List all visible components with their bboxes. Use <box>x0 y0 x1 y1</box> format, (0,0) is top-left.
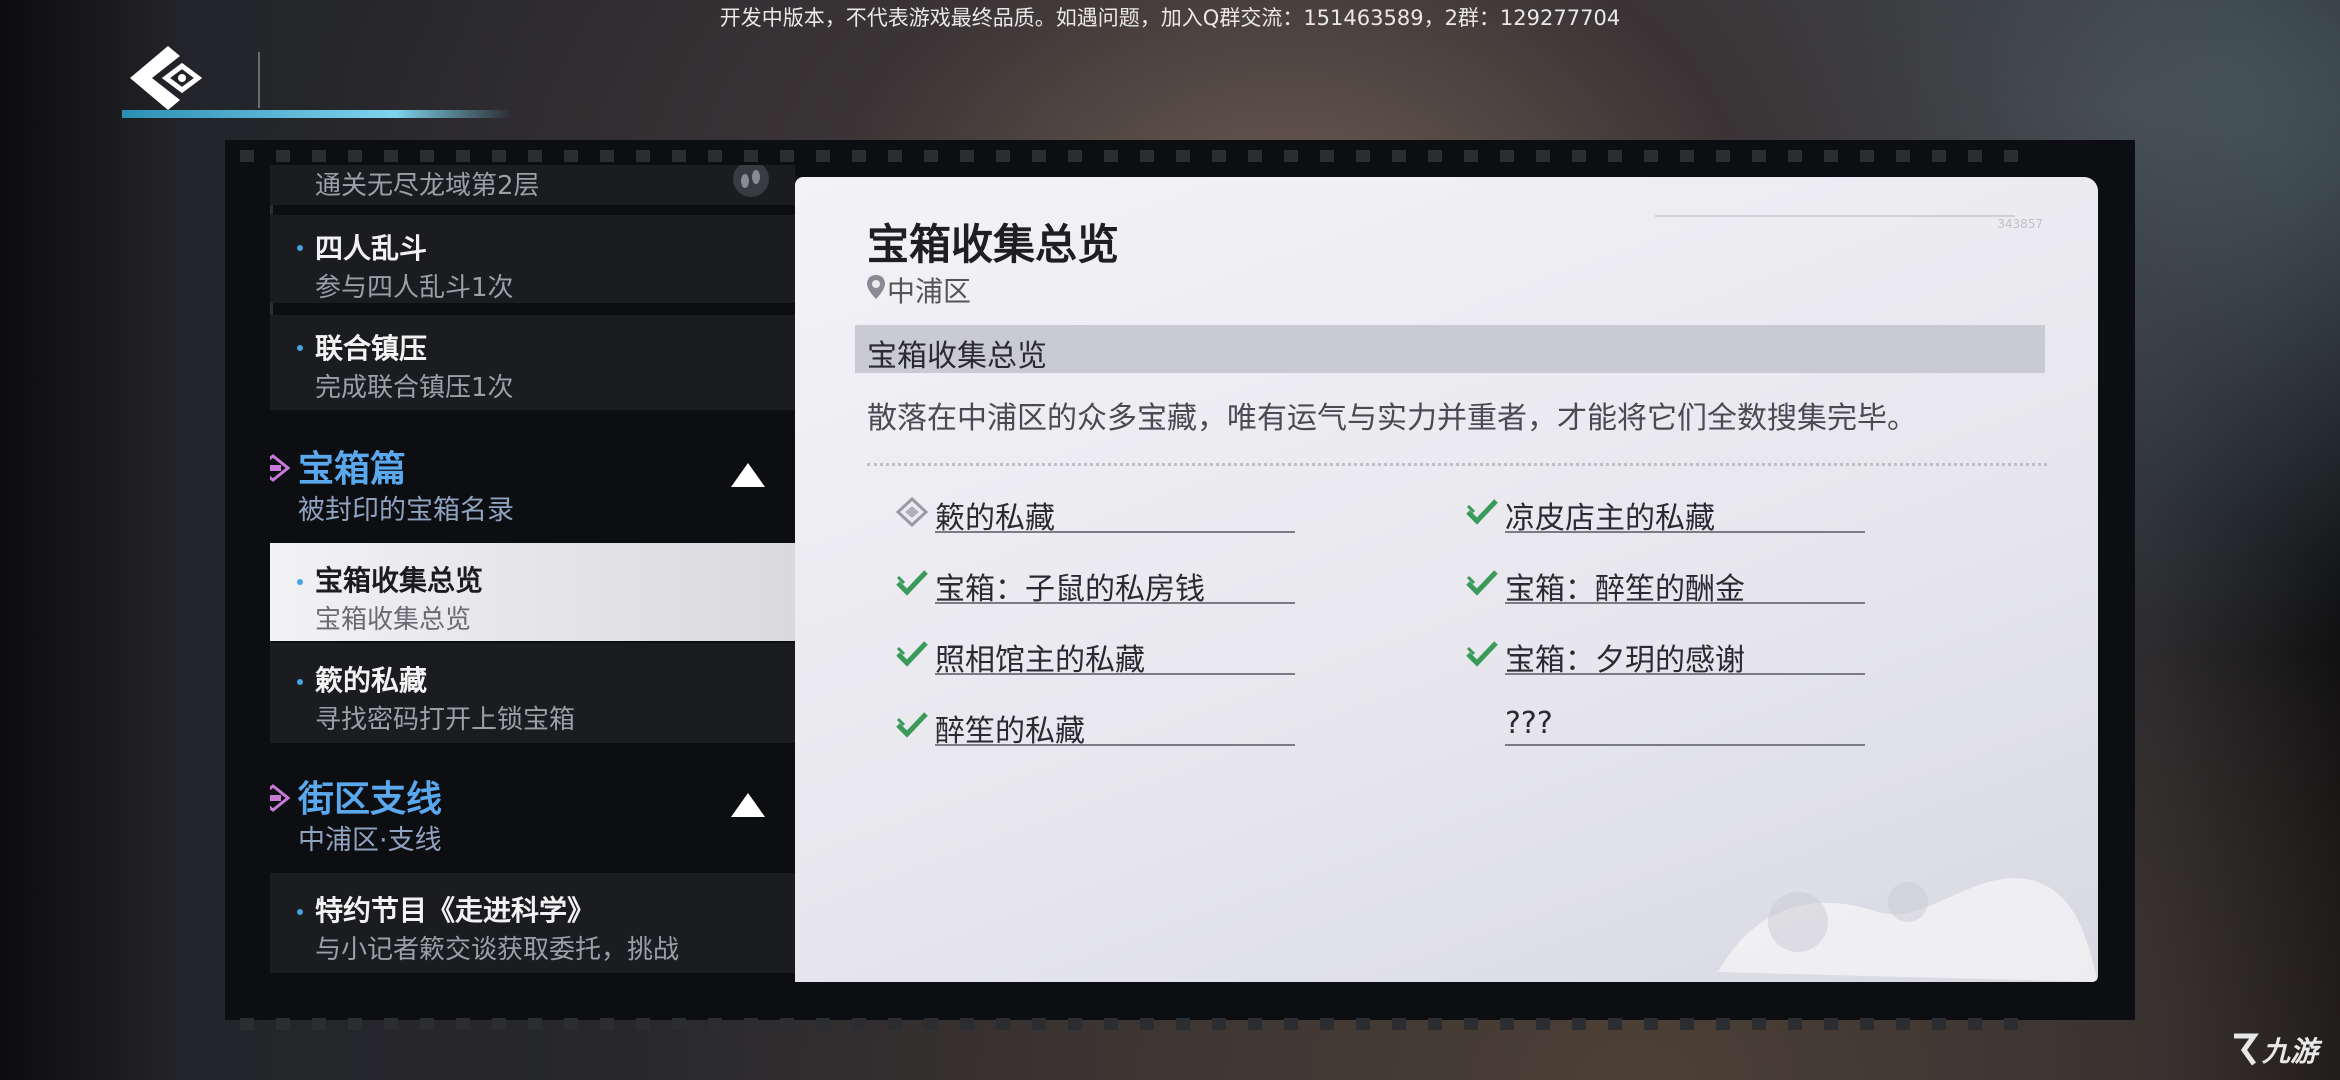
category-subtitle: 中浦区·支线 <box>298 825 442 856</box>
sprocket-row-bottom <box>240 1018 2100 1032</box>
category-emblem-icon <box>270 454 290 482</box>
detail-title: 宝箱收集总览 <box>867 220 1120 269</box>
category-header-side-quests[interactable]: 街区支线 中浦区·支线 <box>270 770 795 870</box>
chest-entry-label: 醉笙的私藏 <box>935 714 1085 749</box>
chest-entry[interactable]: 照相馆主的私藏 <box>896 635 1295 678</box>
check-icon <box>896 570 928 596</box>
item-subtitle: 完成联合镇压1次 <box>315 373 514 403</box>
detail-description: 散落在中浦区的众多宝藏，唯有运气与实力并重者，才能将它们全数搜集完毕。 <box>867 401 1917 436</box>
category-title: 街区支线 <box>298 778 443 820</box>
ink-splash-decoration <box>1718 878 2098 982</box>
section-header: 宝箱收集总览 <box>855 325 2045 374</box>
dev-notice: 开发中版本，不代表游戏最终品质。如遇问题，加入Q群交流：151463589，2群… <box>719 6 1621 30</box>
bullet-dot <box>297 579 303 585</box>
item-subtitle: 寻找密码打开上锁宝箱 <box>315 705 576 735</box>
sprocket-row-top <box>240 150 2100 164</box>
footprint-icon <box>733 165 769 197</box>
quest-list[interactable]: 通关无尽龙域第2层 四人乱斗 参与四人乱斗1次 联合镇压 完成联合镇压1次 宝箱… <box>270 165 795 975</box>
list-item[interactable]: 四人乱斗 参与四人乱斗1次 <box>270 215 795 303</box>
chest-entry[interactable]: 宝箱：夕玥的感谢 <box>1466 635 1865 678</box>
item-subtitle: 与小记者簌交谈获取委托，挑战 <box>315 935 680 965</box>
item-subtitle: 参与四人乱斗1次 <box>315 273 514 303</box>
check-icon <box>1466 570 1498 596</box>
chest-entry[interactable]: 宝箱：子鼠的私房钱 <box>896 564 1295 607</box>
chest-entry-unknown[interactable]: ??? <box>1505 706 1865 746</box>
check-icon <box>896 641 928 667</box>
decor-line <box>1655 215 2015 217</box>
item-title: 簌的私藏 <box>315 664 428 697</box>
category-subtitle: 被封印的宝箱名录 <box>298 495 514 526</box>
chest-entry-label: 照相馆主的私藏 <box>935 643 1145 678</box>
dotted-divider <box>867 463 2047 466</box>
header-accent-bar <box>122 110 512 118</box>
chest-entry-label: 宝箱：夕玥的感谢 <box>1505 643 1745 678</box>
collapse-arrow-icon[interactable] <box>731 793 765 817</box>
item-subtitle: 宝箱收集总览 <box>315 605 472 635</box>
detail-location: 中浦区 <box>887 275 972 308</box>
bullet-dot <box>297 909 303 915</box>
chest-entry-label: 簌的私藏 <box>935 501 1055 536</box>
chest-entry[interactable]: 醉笙的私藏 <box>896 706 1295 749</box>
category-title: 宝箱篇 <box>298 448 407 490</box>
back-arrow-icon <box>130 46 203 110</box>
item-title: 宝箱收集总览 <box>315 564 484 597</box>
chest-entry-label: 凉皮店主的私藏 <box>1505 501 1715 536</box>
check-icon <box>896 712 928 738</box>
item-title: 四人乱斗 <box>315 232 428 265</box>
bullet-dot <box>297 345 303 351</box>
list-item[interactable]: 联合镇压 完成联合镇压1次 <box>270 315 795 410</box>
chest-entry[interactable]: 簌的私藏 <box>895 493 1295 536</box>
chest-entry-label: 宝箱：子鼠的私房钱 <box>935 572 1205 607</box>
chest-entry[interactable]: 宝箱：醉笙的酬金 <box>1466 564 1865 607</box>
detail-panel: 343857 宝箱收集总览 中浦区 宝箱收集总览 散落在中浦区的众多宝藏，唯有运… <box>795 177 2098 982</box>
collapse-arrow-icon[interactable] <box>731 463 765 487</box>
section-header-label: 宝箱收集总览 <box>867 339 1047 374</box>
list-item[interactable]: 通关无尽龙域第2层 <box>270 165 795 205</box>
category-header-chests[interactable]: 宝箱篇 被封印的宝箱名录 <box>270 440 795 540</box>
item-title: 特约节目《走进科学》 <box>315 894 596 927</box>
item-subtitle: 通关无尽龙域第2层 <box>315 171 540 201</box>
chest-entry-label: 宝箱：醉笙的酬金 <box>1505 572 1745 607</box>
bullet-dot <box>297 245 303 251</box>
bullet-dot <box>297 679 303 685</box>
watermark-text: 九游 <box>2262 1035 2319 1068</box>
chest-entry-label: ??? <box>1505 706 1553 741</box>
chest-entry[interactable]: 凉皮店主的私藏 <box>1466 493 1865 536</box>
site-watermark: 九游 <box>2228 1026 2328 1072</box>
nine-game-logo-icon <box>2234 1033 2259 1066</box>
header-divider <box>258 52 260 108</box>
item-title: 联合镇压 <box>315 332 428 365</box>
serial-number: 343857 <box>1997 217 2043 231</box>
list-item[interactable]: 特约节目《走进科学》 与小记者簌交谈获取委托，挑战 <box>270 873 795 973</box>
check-icon <box>1466 499 1498 525</box>
category-emblem-icon <box>270 784 290 812</box>
list-item[interactable]: 簌的私藏 寻找密码打开上锁宝箱 <box>270 643 795 743</box>
diamond-icon <box>895 497 929 527</box>
check-icon <box>1466 641 1498 667</box>
location-pin-icon <box>867 275 885 299</box>
list-item-selected[interactable]: 宝箱收集总览 宝箱收集总览 <box>270 543 795 641</box>
